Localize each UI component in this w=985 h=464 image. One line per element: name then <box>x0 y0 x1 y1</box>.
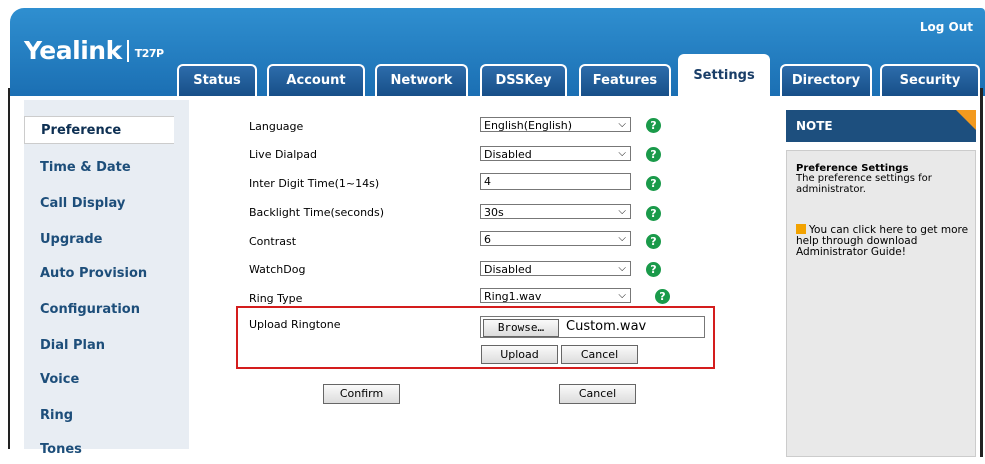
inter-digit-label: Inter Digit Time(1~14s) <box>249 177 380 190</box>
chevron-down-icon: ⌵ <box>618 233 626 244</box>
note-help-link[interactable]: You can click here to get more help thro… <box>796 224 972 258</box>
ring-type-select[interactable]: Ring1.wav ⌵ <box>480 288 631 303</box>
help-icon[interactable]: ? <box>646 118 661 133</box>
help-icon[interactable]: ? <box>646 206 661 221</box>
sidebar-item-ring[interactable]: Ring <box>24 402 174 430</box>
left-frame-border <box>8 88 10 449</box>
tab-security[interactable]: Security <box>880 64 980 96</box>
chevron-down-icon: ⌵ <box>618 148 626 159</box>
yealink-logo: Yealink T27P <box>24 36 164 65</box>
tab-network[interactable]: Network <box>375 64 468 96</box>
tab-account[interactable]: Account <box>267 64 365 96</box>
upload-button[interactable]: Upload <box>481 345 558 364</box>
live-dialpad-select[interactable]: Disabled ⌵ <box>480 146 631 161</box>
watchdog-select[interactable]: Disabled ⌵ <box>480 261 631 276</box>
ring-type-value: Ring1.wav <box>484 290 542 303</box>
sidebar-item-call-display[interactable]: Call Display <box>24 190 174 218</box>
sidebar-item-dial-plan[interactable]: Dial Plan <box>24 332 174 360</box>
tab-dsskey[interactable]: DSSKey <box>480 64 567 96</box>
backlight-select[interactable]: 30s ⌵ <box>480 204 631 219</box>
header-bar: Yealink T27P Log Out Status Account Netwo… <box>10 8 985 98</box>
help-icon[interactable]: ? <box>646 147 661 162</box>
note-panel: NOTE Preference Settings The preference … <box>786 110 980 457</box>
tab-directory[interactable]: Directory <box>780 64 872 96</box>
backlight-value: 30s <box>484 206 504 219</box>
chevron-down-icon: ⌵ <box>618 290 626 301</box>
sidebar-item-auto-provision[interactable]: Auto Provision <box>24 260 174 288</box>
sidebar-item-tones[interactable]: Tones <box>24 436 174 464</box>
model-label: T27P <box>134 47 164 60</box>
chevron-down-icon: ⌵ <box>618 119 626 130</box>
logo-text: Yealink <box>24 36 122 65</box>
help-icon[interactable]: ? <box>646 234 661 249</box>
sidebar-item-upgrade[interactable]: Upgrade <box>24 226 174 254</box>
chevron-down-icon: ⌵ <box>618 263 626 274</box>
help-icon[interactable]: ? <box>655 289 670 304</box>
sidebar-item-time-date[interactable]: Time & Date <box>24 154 174 182</box>
note-text: The preference settings for administrato… <box>796 173 932 195</box>
note-corner-decoration <box>956 110 976 130</box>
live-dialpad-label: Live Dialpad <box>249 148 317 161</box>
contrast-value: 6 <box>484 233 491 246</box>
upload-cancel-button[interactable]: Cancel <box>561 345 638 364</box>
browse-button[interactable]: Browse… <box>483 319 559 337</box>
inter-digit-input[interactable]: 4 <box>480 173 631 190</box>
tab-features[interactable]: Features <box>579 64 671 96</box>
watchdog-label: WatchDog <box>249 263 306 276</box>
note-body: Preference Settings The preference setti… <box>786 150 976 457</box>
tab-settings[interactable]: Settings <box>678 54 770 98</box>
chevron-down-icon: ⌵ <box>618 206 626 217</box>
language-label: Language <box>249 120 304 133</box>
sidebar-item-preference[interactable]: Preference <box>24 116 174 144</box>
help-icon[interactable]: ? <box>646 262 661 277</box>
contrast-label: Contrast <box>249 235 297 248</box>
watchdog-value: Disabled <box>484 263 532 276</box>
logo-separator <box>126 40 129 62</box>
sidebar-item-voice[interactable]: Voice <box>24 366 174 394</box>
selected-file-name: Custom.wav <box>566 319 647 334</box>
tab-status[interactable]: Status <box>177 64 257 96</box>
note-heading: NOTE <box>786 110 976 142</box>
contrast-select[interactable]: 6 ⌵ <box>480 231 631 246</box>
sidebar-item-configuration[interactable]: Configuration <box>24 296 174 324</box>
ring-type-label: Ring Type <box>249 292 303 305</box>
confirm-button[interactable]: Confirm <box>323 384 400 404</box>
right-frame-border <box>980 88 983 457</box>
upload-ringtone-label: Upload Ringtone <box>249 318 341 331</box>
book-icon <box>796 224 806 234</box>
logout-link[interactable]: Log Out <box>920 20 973 34</box>
note-help-text: You can click here to get more help thro… <box>796 224 969 258</box>
language-select[interactable]: English(English) ⌵ <box>480 117 631 132</box>
cancel-button[interactable]: Cancel <box>559 384 636 404</box>
live-dialpad-value: Disabled <box>484 148 532 161</box>
backlight-label: Backlight Time(seconds) <box>249 206 385 219</box>
help-icon[interactable]: ? <box>646 176 661 191</box>
language-value: English(English) <box>484 119 573 132</box>
